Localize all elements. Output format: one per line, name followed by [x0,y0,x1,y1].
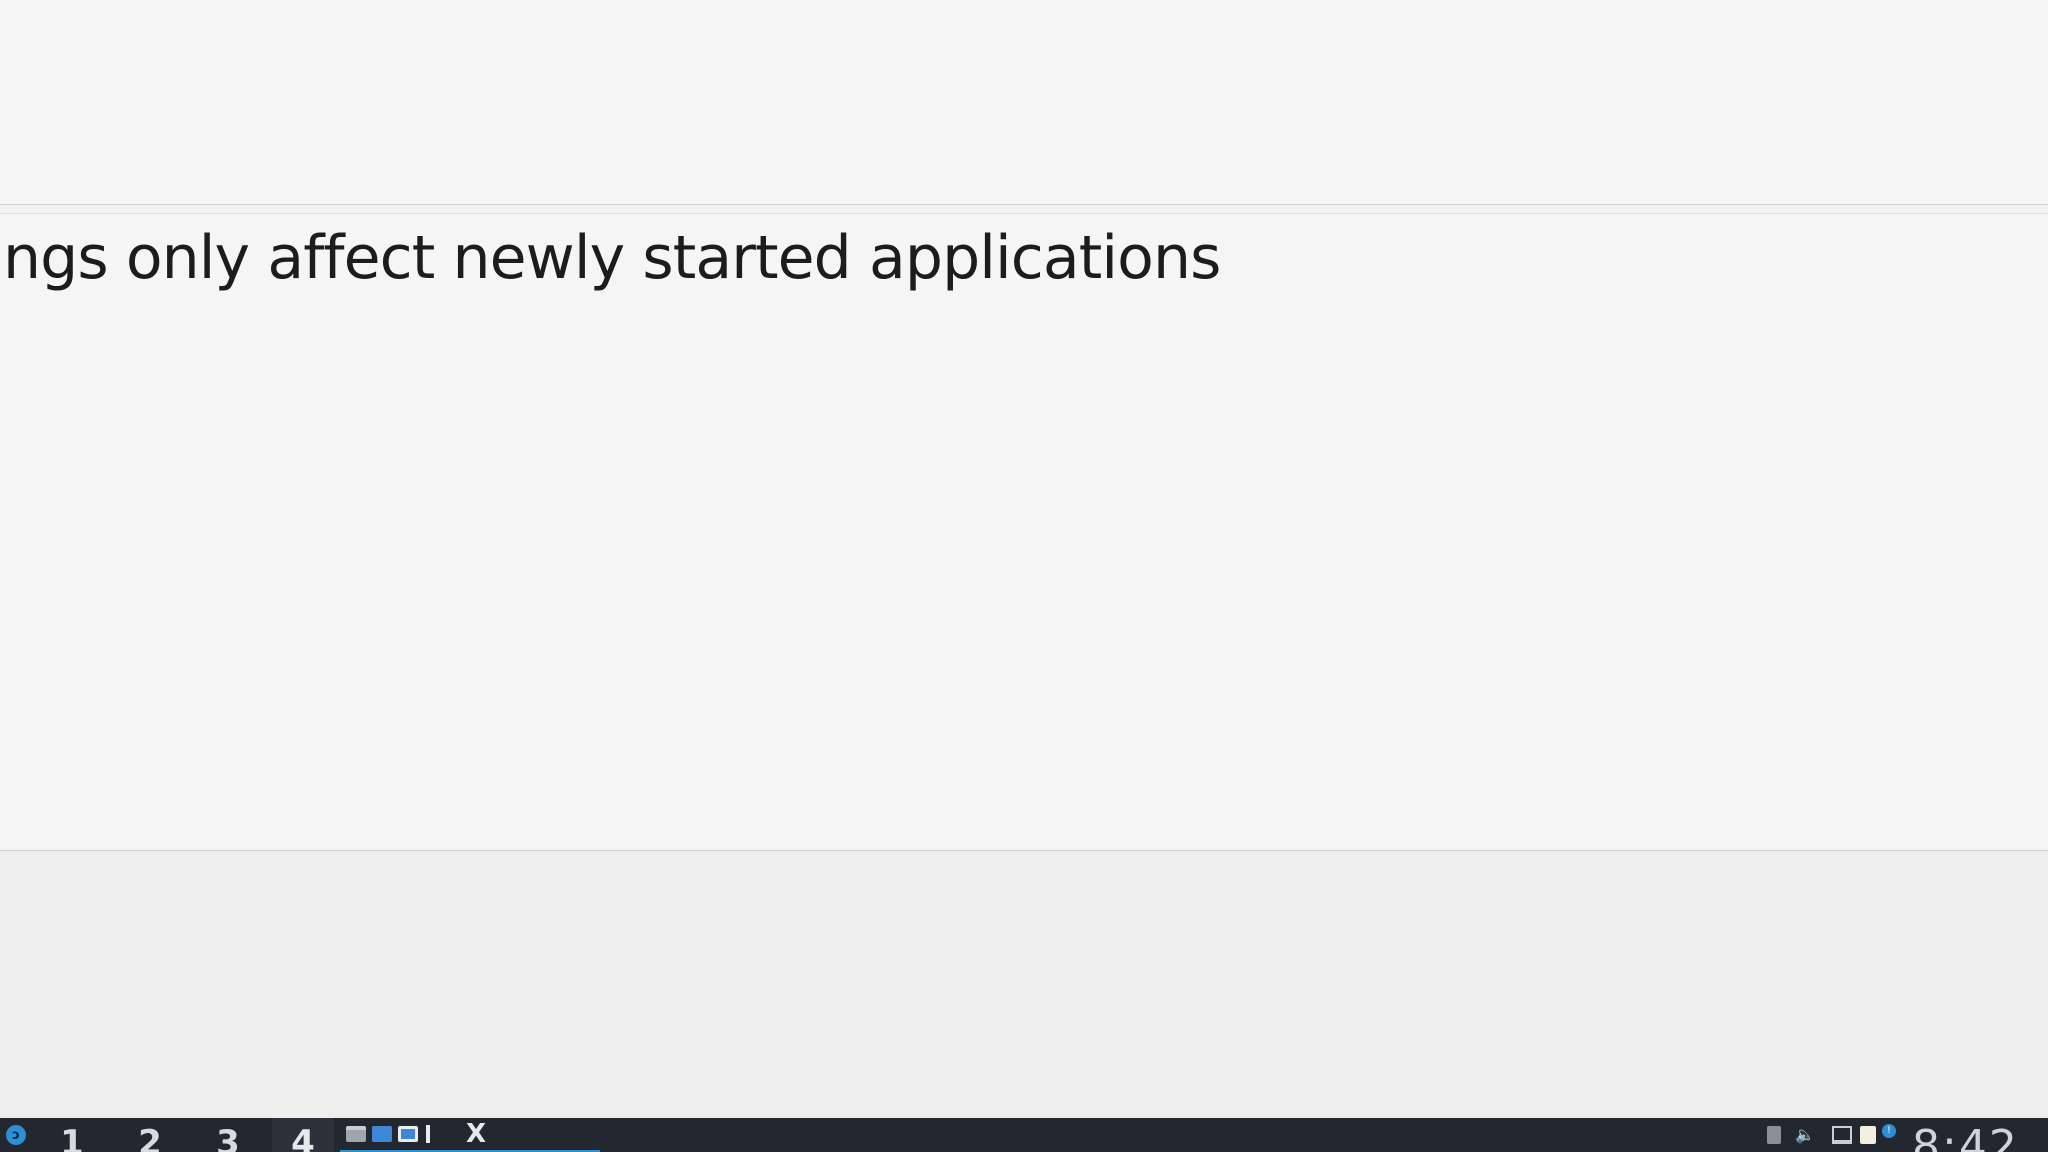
header-separator [0,204,2048,214]
display-icon[interactable] [1832,1126,1852,1144]
dialog-button-area [0,851,2048,1118]
taskbar: ↄ 1 2 3 4 X 🔈 ! 8:42 [0,1118,2048,1152]
settings-content-area: ngs only affect newly started applicatio… [0,214,2048,850]
volume-icon[interactable]: 🔈 [1795,1126,1815,1144]
workspace-3-button[interactable]: 3 [202,1118,254,1152]
desktop-screen: ngs only affect newly started applicatio… [0,0,2048,1152]
workspace-4-button[interactable]: 4 [272,1118,334,1152]
start-menu-button[interactable]: ↄ [2,1118,30,1152]
restart-notice-text: ngs only affect newly started applicatio… [3,223,1221,293]
network-icon[interactable] [1767,1126,1781,1144]
text-cursor-icon [426,1125,430,1143]
start-menu-icon: ↄ [6,1125,26,1145]
update-icon[interactable]: ! [1882,1124,1896,1138]
task-window-button[interactable]: X [340,1118,600,1152]
window-header-area [0,0,2048,204]
taskbar-clock[interactable]: 8:42 [1912,1125,2019,1152]
task-window-label: X [466,1119,487,1149]
chat-icon[interactable] [372,1126,392,1142]
window-icon[interactable] [398,1126,418,1142]
workspace-2-button[interactable]: 2 [124,1118,176,1152]
file-manager-icon[interactable] [346,1126,366,1142]
workspace-1-button[interactable]: 1 [46,1118,98,1152]
clipboard-icon[interactable] [1860,1126,1876,1144]
